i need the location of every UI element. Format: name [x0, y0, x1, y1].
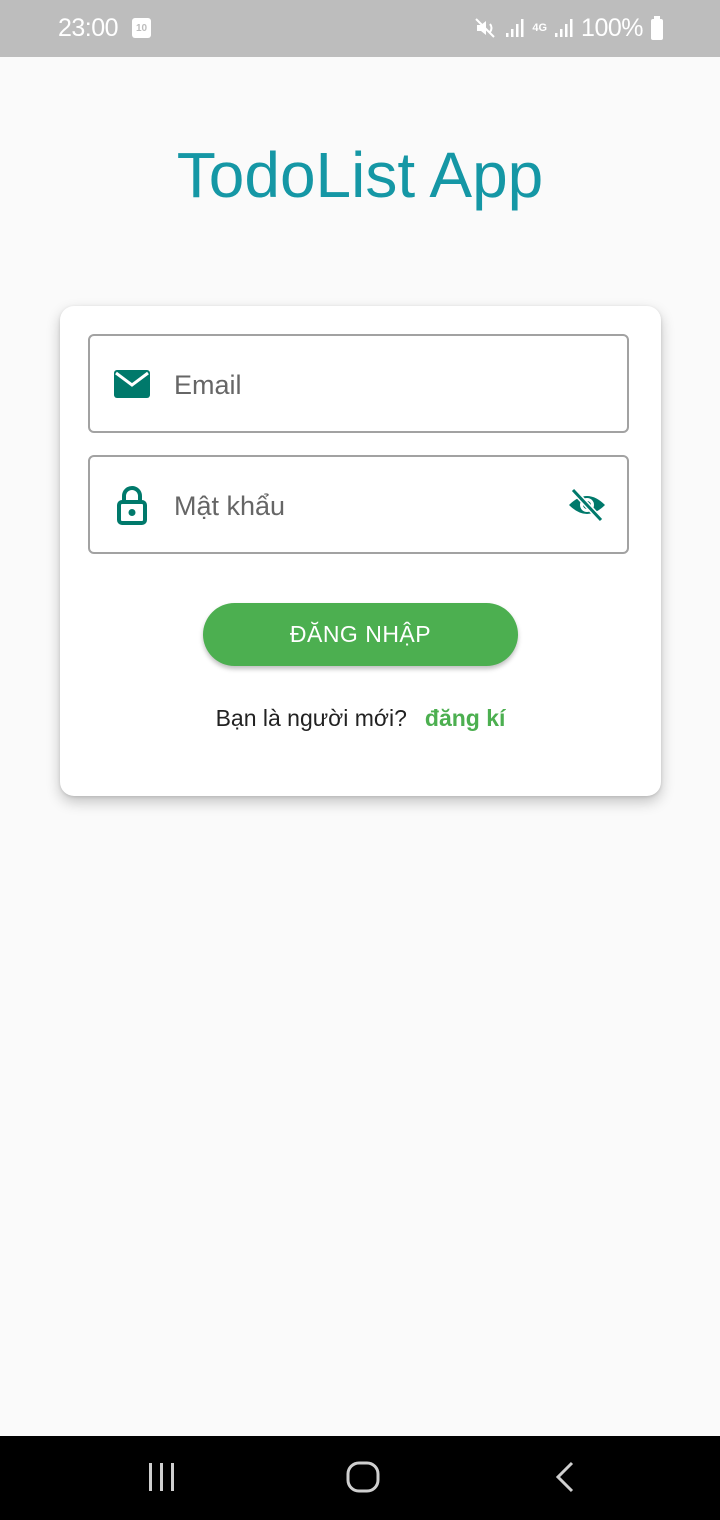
login-button[interactable]: ĐĂNG NHẬP — [203, 603, 518, 666]
email-input[interactable] — [172, 360, 556, 410]
email-field[interactable] — [88, 334, 629, 433]
signal-icon-secondary — [555, 19, 573, 37]
status-time: 23:00 — [58, 14, 119, 42]
recent-apps-icon[interactable] — [146, 1460, 178, 1494]
mail-icon — [114, 370, 150, 398]
register-row: Bạn là người mới? đăng kí — [60, 705, 661, 732]
battery-percentage: 100% — [581, 13, 643, 42]
register-link[interactable]: đăng kí — [425, 705, 506, 731]
navigation-bar — [0, 1436, 720, 1520]
app-title: TodoList App — [176, 139, 544, 211]
status-icons: 4G 100% — [474, 12, 664, 44]
password-input[interactable] — [172, 481, 556, 531]
calendar-icon: 10 — [132, 18, 151, 38]
lock-icon — [117, 486, 147, 525]
signal-icon — [506, 19, 524, 37]
battery-icon — [651, 16, 663, 40]
home-icon[interactable] — [345, 1460, 381, 1494]
eye-off-icon[interactable] — [567, 487, 607, 523]
new-user-prompt: Bạn là người mới? — [215, 705, 407, 731]
back-icon[interactable] — [552, 1460, 578, 1494]
login-card: ĐĂNG NHẬP Bạn là người mới? đăng kí — [60, 306, 661, 796]
mute-icon — [475, 18, 496, 38]
status-bar: 23:00 10 4G 100% — [0, 0, 720, 57]
password-field[interactable] — [88, 455, 629, 554]
network-type-label: 4G — [532, 22, 548, 34]
